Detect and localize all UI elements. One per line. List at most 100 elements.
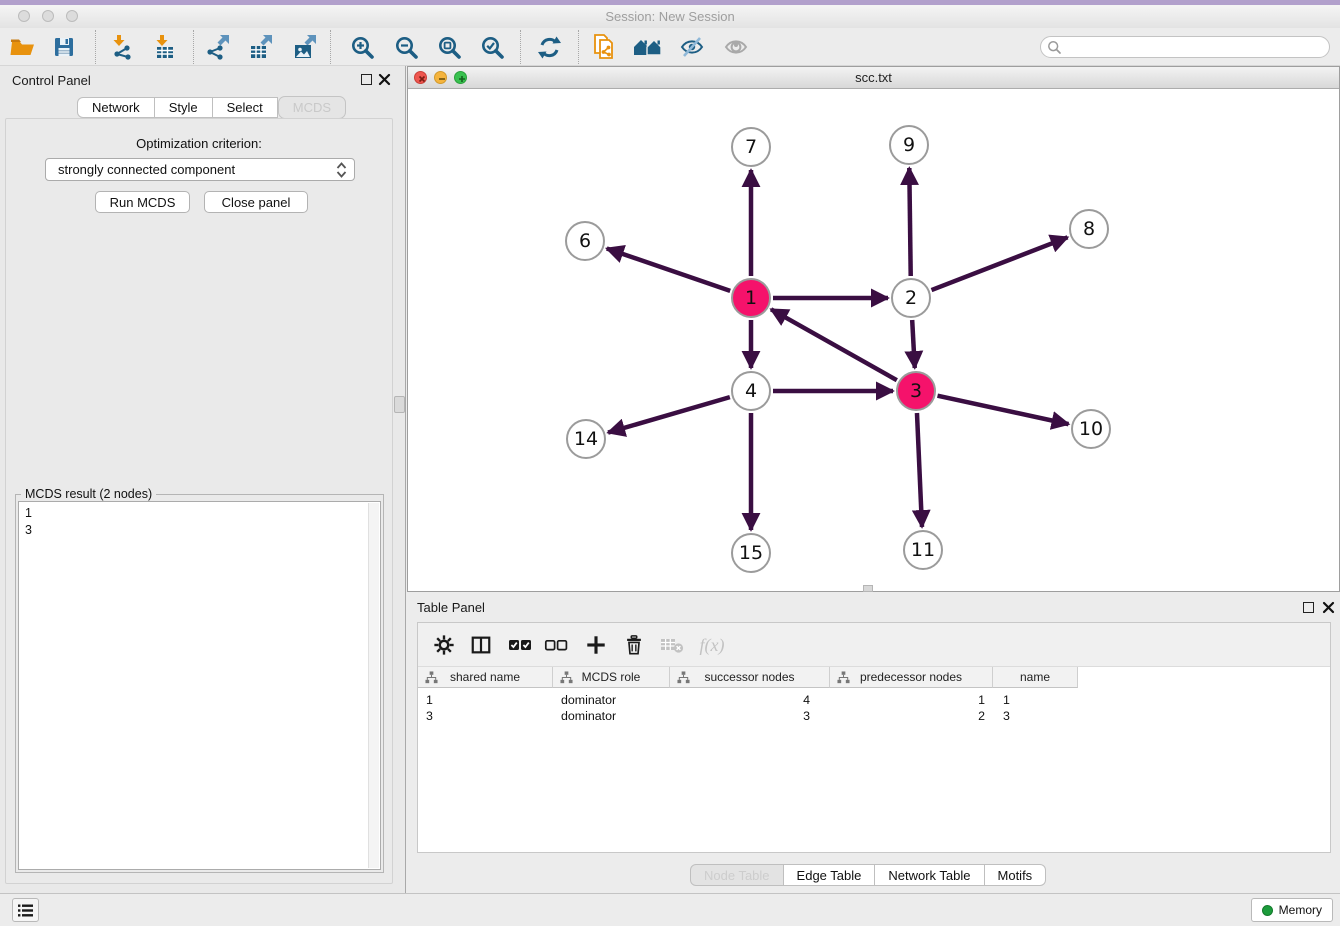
graph-node-4[interactable]: 4 [731,371,771,411]
column-header-predecessor-nodes[interactable]: predecessor nodes [830,667,993,688]
function-builder-button[interactable]: f(x) [692,629,732,661]
tab-network-table[interactable]: Network Table [875,864,984,886]
cell-predecessor-nodes: 1 [830,692,985,708]
cell-name: 3 [1003,708,1010,724]
column-header-mcds-role[interactable]: MCDS role [553,667,670,688]
tab-select[interactable]: Select [213,97,278,118]
frame-resize-handle[interactable] [863,585,873,592]
tab-mcds[interactable]: MCDS [278,96,346,119]
import-network-button[interactable] [105,31,139,63]
memory-label: Memory [1279,903,1322,917]
refresh-button[interactable] [532,31,566,63]
graph-node-9[interactable]: 9 [889,125,929,165]
export-network-button[interactable] [201,31,235,63]
export-table-button[interactable] [244,31,278,63]
hide-selected-button[interactable] [675,31,709,63]
optimization-criterion-select[interactable]: strongly connected component [45,158,355,181]
zoom-fit-button[interactable] [432,31,466,63]
graph-node-14[interactable]: 14 [566,419,606,459]
graph-node-3[interactable]: 3 [896,371,936,411]
graph-node-10[interactable]: 10 [1071,409,1111,449]
column-tree-icon [425,671,438,684]
zoom-out-button[interactable] [389,31,423,63]
column-header-successor-nodes[interactable]: successor nodes [670,667,830,688]
delete-table-button[interactable] [656,629,688,661]
tab-node-table[interactable]: Node Table [690,864,784,886]
list-icon [17,903,34,918]
cell-successor-nodes: 4 [670,692,810,708]
network-window-titlebar[interactable]: scc.txt [408,67,1339,89]
graph-node-11[interactable]: 11 [903,530,943,570]
zoom-in-button[interactable] [345,31,379,63]
table-row[interactable]: 3 dominator 3 2 3 [418,708,1078,724]
tab-style[interactable]: Style [155,97,213,118]
show-all-button[interactable] [719,31,753,63]
table-panel: Table Panel [407,593,1340,893]
close-panel-icon[interactable] [1322,601,1335,614]
graph-node-8[interactable]: 8 [1069,209,1109,249]
panel-splitter-handle[interactable] [394,396,405,413]
clone-network-button[interactable] [587,31,621,63]
export-image-icon [292,34,318,60]
graph-node-1[interactable]: 1 [731,278,771,318]
graph-node-6[interactable]: 6 [565,221,605,261]
mcds-result-group: MCDS result (2 nodes) 1 3 [15,494,384,873]
cell-successor-nodes: 3 [670,708,810,724]
save-session-button[interactable] [47,31,81,63]
graph-node-7[interactable]: 7 [731,127,771,167]
graph-node-2[interactable]: 2 [891,278,931,318]
graph-edge-3-11[interactable] [917,413,922,527]
mcds-result-list[interactable]: 1 3 [18,501,381,870]
deselect-all-columns-button[interactable] [540,629,572,661]
mcds-result-item[interactable]: 1 [25,505,374,522]
trash-icon [623,634,645,656]
select-all-columns-button[interactable] [504,629,536,661]
fx-icon: f(x) [700,635,725,656]
zoom-selected-button[interactable] [475,31,509,63]
memory-status-icon [1262,905,1273,916]
scrollbar-track[interactable] [368,503,379,868]
graph-edge-2-3[interactable] [912,320,915,368]
search-input[interactable] [1062,38,1329,56]
graph-edge-2-9[interactable] [909,168,910,276]
split-columns-button[interactable] [465,629,497,661]
import-table-icon [152,34,178,60]
graph-edge-3-10[interactable] [937,396,1068,424]
graph-edge-4-14[interactable] [608,397,730,432]
add-column-button[interactable] [580,629,612,661]
column-tree-icon [837,671,850,684]
first-neighbors-button[interactable] [631,31,665,63]
float-panel-icon[interactable] [361,74,372,85]
mcds-result-title: MCDS result (2 nodes) [21,487,156,501]
column-header-shared-name[interactable]: shared name [418,667,553,688]
table-settings-button[interactable] [428,629,460,661]
open-session-button[interactable] [5,31,39,63]
graph-edge-1-6[interactable] [607,248,730,290]
table-tabs: Node Table Edge Table Network Table Moti… [690,864,1046,886]
mcds-result-item[interactable]: 3 [25,522,374,539]
cell-predecessor-nodes: 2 [830,708,985,724]
table-row[interactable]: 1 dominator 4 1 1 [418,692,1078,708]
graph-edges-layer [408,89,1339,591]
optimization-criterion-label: Optimization criterion: [6,136,392,151]
run-mcds-button[interactable]: Run MCDS [95,191,190,213]
float-panel-icon[interactable] [1303,602,1314,613]
task-history-button[interactable] [12,898,39,922]
tab-motifs[interactable]: Motifs [985,864,1047,886]
checked-boxes-icon [508,636,532,654]
close-panel-icon[interactable] [378,73,391,86]
graph-node-15[interactable]: 15 [731,533,771,573]
delete-column-button[interactable] [618,629,650,661]
tab-edge-table[interactable]: Edge Table [784,864,876,886]
graph-edge-3-1[interactable] [771,309,897,380]
export-image-button[interactable] [288,31,322,63]
tab-network[interactable]: Network [77,97,155,118]
network-window: scc.txt 7 9 6 8 1 2 4 3 14 10 15 11 [407,66,1340,592]
graph-edge-2-8[interactable] [932,237,1068,290]
close-panel-button[interactable]: Close panel [204,191,308,213]
network-canvas[interactable]: 7 9 6 8 1 2 4 3 14 10 15 11 [408,89,1339,591]
window-titlebar: Session: New Session [0,5,1340,28]
memory-button[interactable]: Memory [1251,898,1333,922]
import-table-button[interactable] [148,31,182,63]
column-header-name[interactable]: name [993,667,1078,688]
